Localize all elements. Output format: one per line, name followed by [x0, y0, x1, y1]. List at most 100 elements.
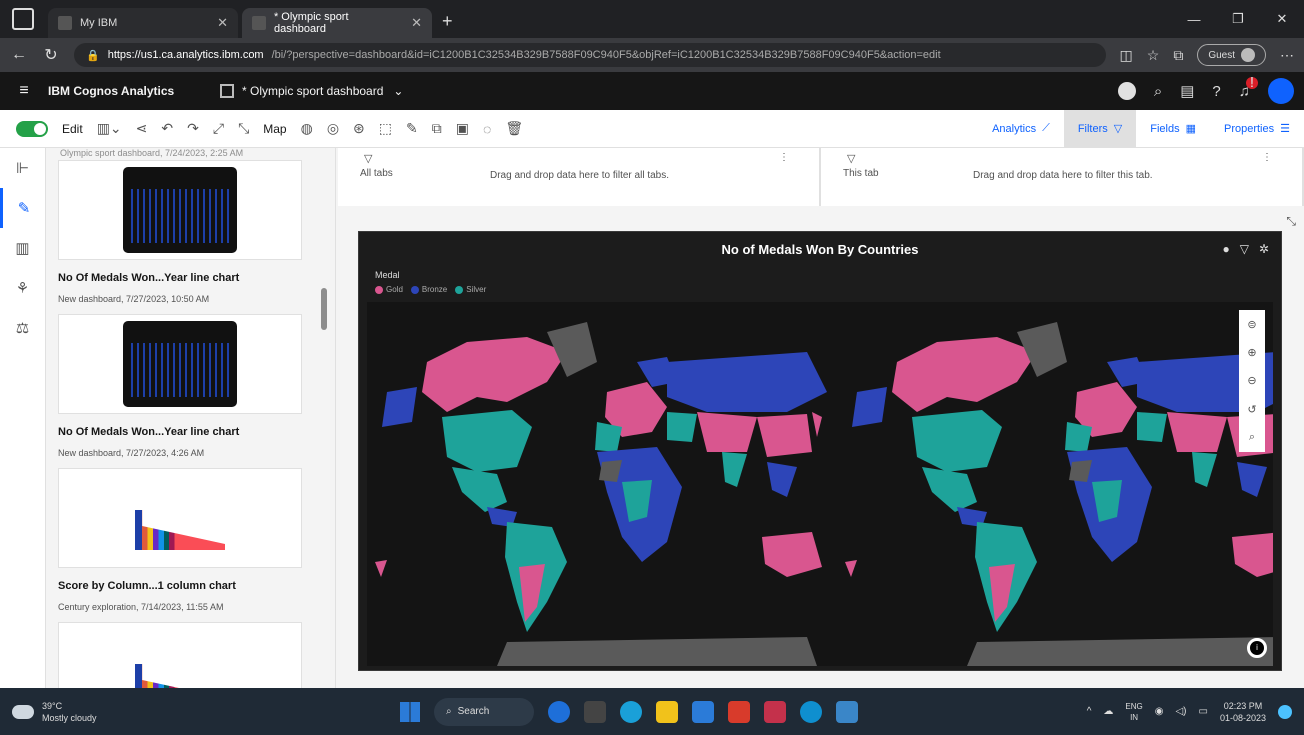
pin-icon[interactable]: ✎ — [406, 120, 418, 137]
snapshot-item[interactable]: No Of Medals Won...Year line chart New d… — [58, 314, 302, 458]
info-icon[interactable]: ● — [1222, 242, 1229, 256]
edit-mode-toggle[interactable] — [16, 120, 48, 137]
tray-chevron-icon[interactable]: ^ — [1087, 706, 1092, 717]
share-icon[interactable]: ⋖ — [136, 120, 148, 137]
refresh-icon[interactable]: ↻ — [42, 45, 60, 65]
widgets-icon[interactable]: ⚘ — [0, 268, 45, 308]
snapshot-thumbnail — [58, 160, 302, 260]
data-sources-icon[interactable]: ⊩ — [0, 148, 45, 188]
layers-icon[interactable]: ◌ — [483, 121, 491, 137]
header-actions: ⌕ ▤ ? ♫! — [1117, 75, 1304, 104]
volume-icon[interactable]: ◁) — [1175, 706, 1186, 717]
hamburger-menu-icon[interactable]: ≡ — [0, 82, 48, 100]
legend-item-bronze[interactable]: Bronze — [410, 284, 447, 294]
overflow-menu-icon[interactable]: ⋮ — [1262, 152, 1272, 163]
battery-icon[interactable]: ▭ — [1199, 706, 1208, 717]
back-icon[interactable]: ← — [10, 46, 28, 64]
legend-item-silver[interactable]: Silver — [455, 284, 486, 294]
edge-app-icon[interactable] — [620, 700, 642, 723]
snapshot-item[interactable] — [58, 622, 302, 688]
target-icon[interactable]: ◎ — [327, 120, 339, 137]
globe-icon[interactable]: ◍ — [301, 120, 313, 137]
resize-handle-icon[interactable]: ⤡ — [1286, 214, 1296, 229]
browser-tab-my-ibm[interactable]: My IBM ✕ — [48, 8, 238, 38]
delete-icon[interactable]: 🗑 — [505, 120, 523, 137]
assistant-icon[interactable] — [1117, 82, 1136, 100]
close-tab-icon[interactable]: ✕ — [411, 15, 422, 31]
dashboard-icon — [220, 84, 234, 98]
assets-icon[interactable]: ⚖ — [0, 308, 45, 348]
zoom-out-icon[interactable]: ⊖ — [1247, 374, 1256, 387]
windows-start-icon[interactable] — [400, 701, 420, 722]
panel-scrollbar[interactable] — [321, 288, 327, 330]
map-info-button[interactable]: i — [1247, 638, 1267, 658]
office-app-icon[interactable] — [728, 700, 750, 723]
swap-icon[interactable]: ⊛ — [353, 120, 365, 137]
all-tabs-label: All tabs — [360, 168, 393, 179]
frame-icon[interactable]: ⬚ — [379, 120, 392, 137]
filter-icon[interactable]: ▽ — [1240, 242, 1249, 256]
tab-fields[interactable]: Fields ▦ — [1136, 110, 1210, 148]
tab-analytics[interactable]: Analytics ⟋ — [978, 110, 1064, 148]
legend-item-gold[interactable]: Gold — [375, 284, 403, 294]
undo-icon[interactable]: ↶ — [161, 120, 173, 137]
world-map[interactable] — [367, 302, 1281, 666]
maximize-icon[interactable]: ❐ — [1216, 11, 1260, 27]
expand-icon[interactable]: ⤢ — [213, 120, 224, 137]
store-app-icon[interactable] — [692, 700, 714, 723]
chat-icon[interactable]: ▤ — [1180, 82, 1194, 100]
notifications-icon[interactable]: ♫! — [1239, 75, 1258, 100]
tab-properties[interactable]: Properties ☰ — [1210, 110, 1304, 148]
tab-filters[interactable]: Filters ▽ — [1063, 109, 1137, 148]
minimize-icon[interactable]: — — [1172, 12, 1216, 27]
network-app-icon[interactable]: ☁ — [1103, 706, 1113, 717]
notification-center-icon[interactable] — [1278, 704, 1292, 719]
chevron-down-icon[interactable]: ⌄ — [393, 84, 403, 98]
map-label[interactable]: Map — [263, 122, 286, 136]
map-widget[interactable]: No of Medals Won By Countries ● ▽ ✲ Meda… — [358, 231, 1282, 671]
split-screen-icon[interactable]: ◫ — [1120, 47, 1133, 64]
help-icon[interactable]: ? — [1212, 83, 1220, 100]
system-clock[interactable]: 02:23 PM 01-08-2023 — [1220, 700, 1266, 724]
overflow-menu-icon[interactable]: ⋮ — [779, 152, 789, 163]
vscode-app-icon[interactable] — [836, 700, 858, 723]
browser-tab-dashboard[interactable]: * Olympic sport dashboard ✕ — [242, 8, 432, 38]
shrink-icon[interactable]: ⤡ — [238, 120, 249, 137]
search-icon[interactable]: ⌕ — [1154, 83, 1162, 100]
favorites-icon[interactable]: ☆ — [1147, 47, 1160, 64]
close-tab-icon[interactable]: ✕ — [217, 15, 228, 31]
edge-dev-app-icon[interactable] — [800, 700, 822, 723]
close-window-icon[interactable]: ✕ — [1260, 11, 1304, 27]
copilot-app-icon[interactable] — [548, 700, 570, 723]
new-tab-icon[interactable]: + — [442, 11, 453, 32]
guest-profile-button[interactable]: Guest — [1197, 44, 1266, 66]
map-search-icon[interactable]: ⌕ — [1249, 431, 1255, 444]
wifi-icon[interactable]: ◉ — [1155, 706, 1164, 717]
snapshot-item[interactable]: Score by Column...1 column chart Century… — [58, 468, 302, 612]
zoom-in-icon[interactable]: ⊕ — [1247, 346, 1256, 359]
collections-icon[interactable]: ⧉ — [1173, 47, 1183, 64]
url-field[interactable]: 🔒 https://us1.ca.analytics.ibm.com/bi/?p… — [74, 43, 1106, 67]
widget-menu-icon[interactable]: ▥⌄ — [97, 120, 122, 137]
copy-icon[interactable]: ⧉ — [432, 120, 442, 137]
snapshot-item[interactable]: No Of Medals Won...Year line chart New d… — [58, 160, 302, 304]
dashboard-title[interactable]: * Olympic sport dashboard — [242, 84, 383, 98]
paste-icon[interactable]: ▣ — [456, 120, 469, 137]
window-menu-icon[interactable] — [12, 8, 34, 30]
app-icon[interactable] — [764, 700, 786, 723]
taskbar-search[interactable]: ⌕ Search — [434, 697, 534, 726]
all-tabs-filter-dropzone[interactable]: ▽ All tabs Drag and drop data here to fi… — [338, 148, 821, 206]
settings-icon[interactable]: ✲ — [1259, 242, 1269, 256]
language-indicator[interactable]: ENG IN — [1125, 701, 1142, 723]
more-menu-icon[interactable]: ⋯ — [1280, 47, 1294, 64]
visualizations-icon[interactable]: ▥ — [0, 228, 45, 268]
pin-snapshots-icon[interactable]: ✎ — [0, 188, 45, 228]
layers-icon[interactable]: ⊜ — [1247, 318, 1256, 331]
reset-view-icon[interactable]: ↺ — [1247, 403, 1256, 416]
weather-widget[interactable]: 39°C Mostly cloudy — [12, 700, 97, 724]
task-view-icon[interactable] — [584, 700, 606, 723]
file-explorer-icon[interactable] — [656, 700, 678, 723]
this-tab-filter-dropzone[interactable]: ▽ This tab Drag and drop data here to fi… — [821, 148, 1304, 206]
redo-icon[interactable]: ↷ — [187, 120, 199, 137]
user-avatar[interactable] — [1268, 78, 1294, 104]
